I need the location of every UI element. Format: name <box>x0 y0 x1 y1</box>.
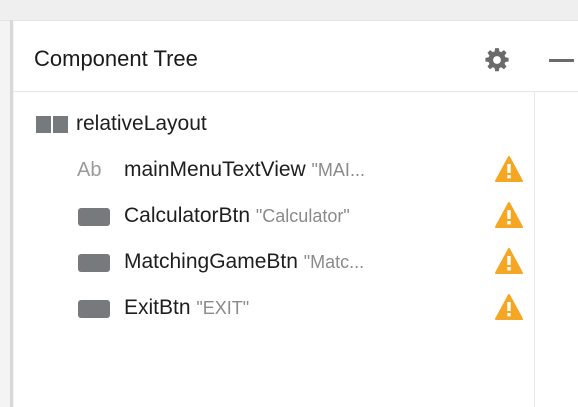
tree-item-label: ExitBtn "EXIT" <box>124 296 249 320</box>
warning-icon[interactable] <box>495 248 523 274</box>
gear-icon[interactable] <box>484 47 510 73</box>
tree-item-matching-game-btn[interactable]: MatchingGameBtn "Matc... <box>14 242 534 282</box>
tree-item-calculator-btn[interactable]: CalculatorBtn "Calculator" <box>14 196 534 236</box>
minimize-icon[interactable] <box>549 59 574 62</box>
panel-header: Component Tree <box>14 21 578 92</box>
component-id: ExitBtn <box>124 296 191 319</box>
relative-layout-icon <box>36 116 68 133</box>
warning-icon[interactable] <box>495 156 523 182</box>
component-id: mainMenuTextView <box>124 158 306 181</box>
tree-item-main-menu-text-view[interactable]: Ab mainMenuTextView "MAI... <box>14 150 534 190</box>
component-text-hint: "EXIT" <box>196 298 250 318</box>
component-text-hint: "Matc... <box>303 252 365 272</box>
component-text-hint: "MAI... <box>311 160 365 180</box>
tree-item-label: CalculatorBtn "Calculator" <box>124 204 350 228</box>
component-id: CalculatorBtn <box>124 204 251 227</box>
button-icon <box>78 208 110 226</box>
panel-title: Component Tree <box>34 46 198 71</box>
component-text-hint: "Calculator" <box>255 206 350 226</box>
tree-item-exit-btn[interactable]: ExitBtn "EXIT" <box>14 288 534 328</box>
panel-left-border <box>10 20 13 407</box>
button-icon <box>78 254 110 272</box>
tree-item-label: relativeLayout <box>76 112 207 135</box>
warning-icon[interactable] <box>495 294 523 320</box>
component-id: MatchingGameBtn <box>124 250 298 273</box>
tree-item-label: mainMenuTextView "MAI... <box>124 158 365 182</box>
panel-divider <box>534 92 535 407</box>
tree-item-label: MatchingGameBtn "Matc... <box>124 250 364 274</box>
button-icon <box>78 300 110 318</box>
window-top-strip <box>0 0 578 21</box>
component-tree-panel: Component Tree relativeLayout Ab mainMen… <box>14 21 578 407</box>
textview-icon: Ab <box>77 159 102 181</box>
warning-icon[interactable] <box>495 202 523 228</box>
component-tree: relativeLayout Ab mainMenuTextView "MAI.… <box>14 92 534 407</box>
tree-item-relative-layout[interactable]: relativeLayout <box>14 104 534 144</box>
